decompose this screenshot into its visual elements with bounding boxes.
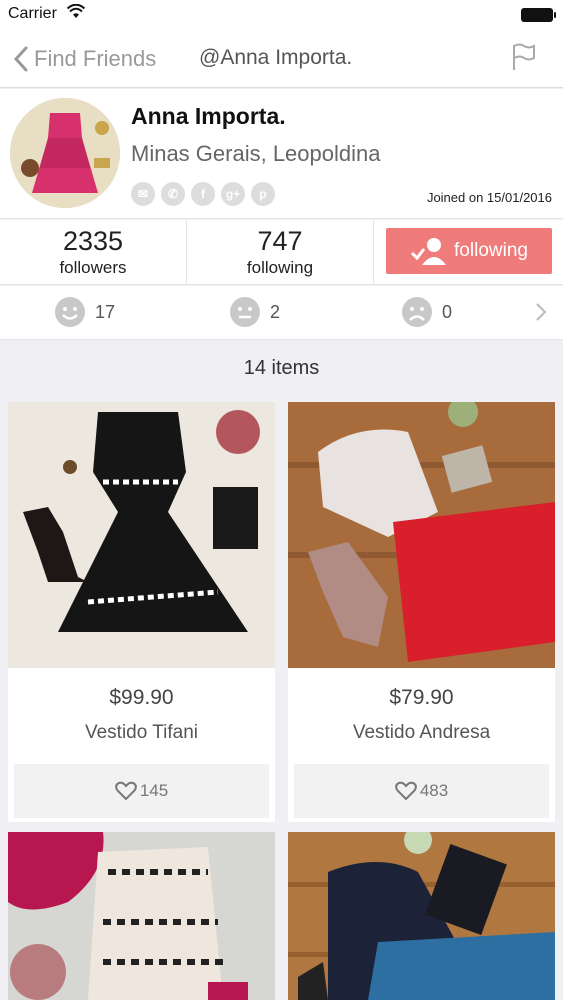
items-count: 14 items <box>243 357 320 379</box>
wifi-icon <box>66 3 86 25</box>
stats-bar: 2335 followers 747 following following <box>0 220 563 285</box>
back-button[interactable]: Find Friends <box>14 42 156 76</box>
battery-icon <box>521 8 556 22</box>
product-image[interactable] <box>8 402 275 668</box>
navigation-bar: Find Friends @Anna Importa. <box>0 30 563 88</box>
product-price: $99.90 <box>109 686 174 709</box>
product-card[interactable] <box>8 832 275 1000</box>
sad-face-icon <box>402 297 432 327</box>
profile-name: Anna Importa. <box>131 103 286 129</box>
back-label: Find Friends <box>34 46 157 71</box>
status-bar: Carrier <box>0 0 563 30</box>
profile-header: Anna Importa. Minas Gerais, Leopoldina ✉… <box>0 89 563 219</box>
product-card[interactable]: $99.90 Vestido Tifani 145 <box>8 402 275 822</box>
product-image[interactable] <box>8 832 275 1000</box>
product-title: Vestido Tifani <box>84 722 199 743</box>
following-label: following <box>246 258 314 277</box>
ratings-bar[interactable]: 17 2 0 <box>0 286 563 340</box>
product-price: $79.90 <box>389 686 454 709</box>
facebook-icon[interactable]: f <box>191 182 215 206</box>
product-title: Vestido Andresa <box>352 722 491 743</box>
joined-date: Joined on 15/01/2016 <box>426 190 552 205</box>
negative-count: 0 <box>442 301 453 322</box>
product-card[interactable]: $79.90 Vestido Andresa 483 <box>288 402 555 822</box>
product-image[interactable] <box>288 832 555 1000</box>
following-button[interactable]: following <box>386 228 552 274</box>
happy-face-icon <box>55 297 85 327</box>
chevron-left-icon <box>14 46 28 72</box>
followers-label: followers <box>59 258 127 277</box>
like-button[interactable]: 145 <box>14 764 269 818</box>
heart-icon <box>394 781 417 801</box>
carrier-label: Carrier <box>8 5 57 22</box>
product-card[interactable] <box>288 832 555 1000</box>
positive-rating: 17 <box>54 296 115 328</box>
avatar[interactable] <box>10 98 120 208</box>
page-title: @Anna Importa. <box>199 46 353 69</box>
like-button[interactable]: 483 <box>294 764 549 818</box>
google-plus-icon[interactable]: g+ <box>221 182 245 206</box>
neutral-face-icon <box>230 297 260 327</box>
user-check-icon <box>410 238 447 265</box>
pinterest-icon[interactable]: p <box>251 182 275 206</box>
following-count: 747 <box>257 226 303 256</box>
followers-count: 2335 <box>62 226 124 256</box>
email-icon[interactable]: ✉ <box>131 182 155 206</box>
product-image[interactable] <box>288 402 555 668</box>
chevron-right-icon <box>535 302 547 327</box>
social-links: ✉ ✆ f g+ p <box>131 182 275 206</box>
profile-location: Minas Gerais, Leopoldina <box>131 141 381 166</box>
following-button-label: following <box>454 240 528 261</box>
like-count: 145 <box>139 781 169 800</box>
positive-count: 17 <box>95 301 116 322</box>
following-stat[interactable]: 747 following <box>187 220 374 284</box>
neutral-count: 2 <box>270 301 281 322</box>
heart-icon <box>114 781 137 801</box>
phone-icon[interactable]: ✆ <box>161 182 185 206</box>
flag-icon[interactable] <box>511 42 537 77</box>
followers-stat[interactable]: 2335 followers <box>0 220 187 284</box>
negative-rating: 0 <box>401 296 452 328</box>
neutral-rating: 2 <box>229 296 280 328</box>
like-count: 483 <box>419 781 449 800</box>
